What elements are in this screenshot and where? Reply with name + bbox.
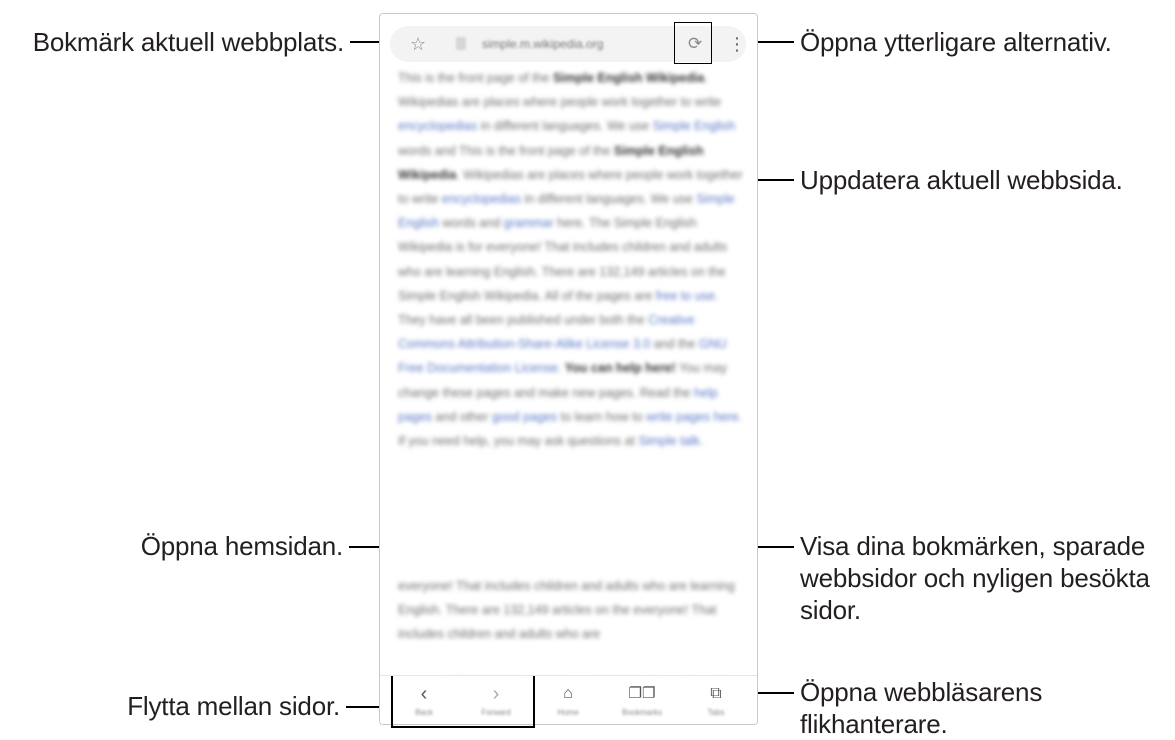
callout-home: Öppna hemsidan. [140, 531, 343, 561]
callout-more-options: Öppna ytterligare alternativ. [800, 27, 1112, 57]
navigation-highlight-box [391, 676, 535, 728]
callout-tabs-line2: flikhanterare. [800, 709, 948, 739]
callout-tabs-line1: Öppna webbläsarens [800, 677, 1043, 707]
callout-bookmarks-line3: sidor. [800, 595, 861, 625]
tabs-button[interactable]: ⧉ Tabs [686, 676, 746, 724]
callout-bookmarks-line2: webbsidor och nyligen besökta [800, 563, 1150, 593]
site-icon [456, 37, 466, 50]
callout-navigate: Flytta mellan sidor. [127, 691, 340, 721]
home-label: Home [557, 708, 579, 717]
home-button[interactable]: ⌂ Home [538, 676, 598, 724]
callout-bookmark: Bokmärk aktuell webbplats. [32, 27, 344, 57]
more-vertical-icon[interactable]: ⋮ [728, 26, 746, 62]
callout-bookmarks-line1: Visa dina bokmärken, sparade [800, 531, 1146, 561]
phone-screen: ☆ simple.m.wikipedia.org ⟳ ⋮ This is the… [379, 13, 758, 725]
bookmarks-label: Bookmarks [621, 708, 662, 717]
tabs-icon: ⧉ [710, 685, 722, 702]
home-icon: ⌂ [563, 685, 573, 702]
callout-tabs: Öppna webbläsarens flikhanterare. [800, 676, 1042, 740]
refresh-highlight-box [674, 22, 712, 64]
bookmarks-button[interactable]: ❐❐ Bookmarks [612, 676, 672, 724]
star-icon[interactable]: ☆ [410, 26, 426, 62]
callout-bookmarks: Visa dina bokmärken, sparade webbsidor o… [800, 530, 1150, 626]
book-icon: ❐❐ [628, 685, 656, 702]
url-text[interactable]: simple.m.wikipedia.org [482, 26, 603, 62]
blurred-web-content: This is the front page of the Simple Eng… [398, 71, 743, 449]
tabs-label: Tabs [707, 708, 725, 717]
callout-refresh: Uppdatera aktuell webbsida. [800, 165, 1123, 195]
